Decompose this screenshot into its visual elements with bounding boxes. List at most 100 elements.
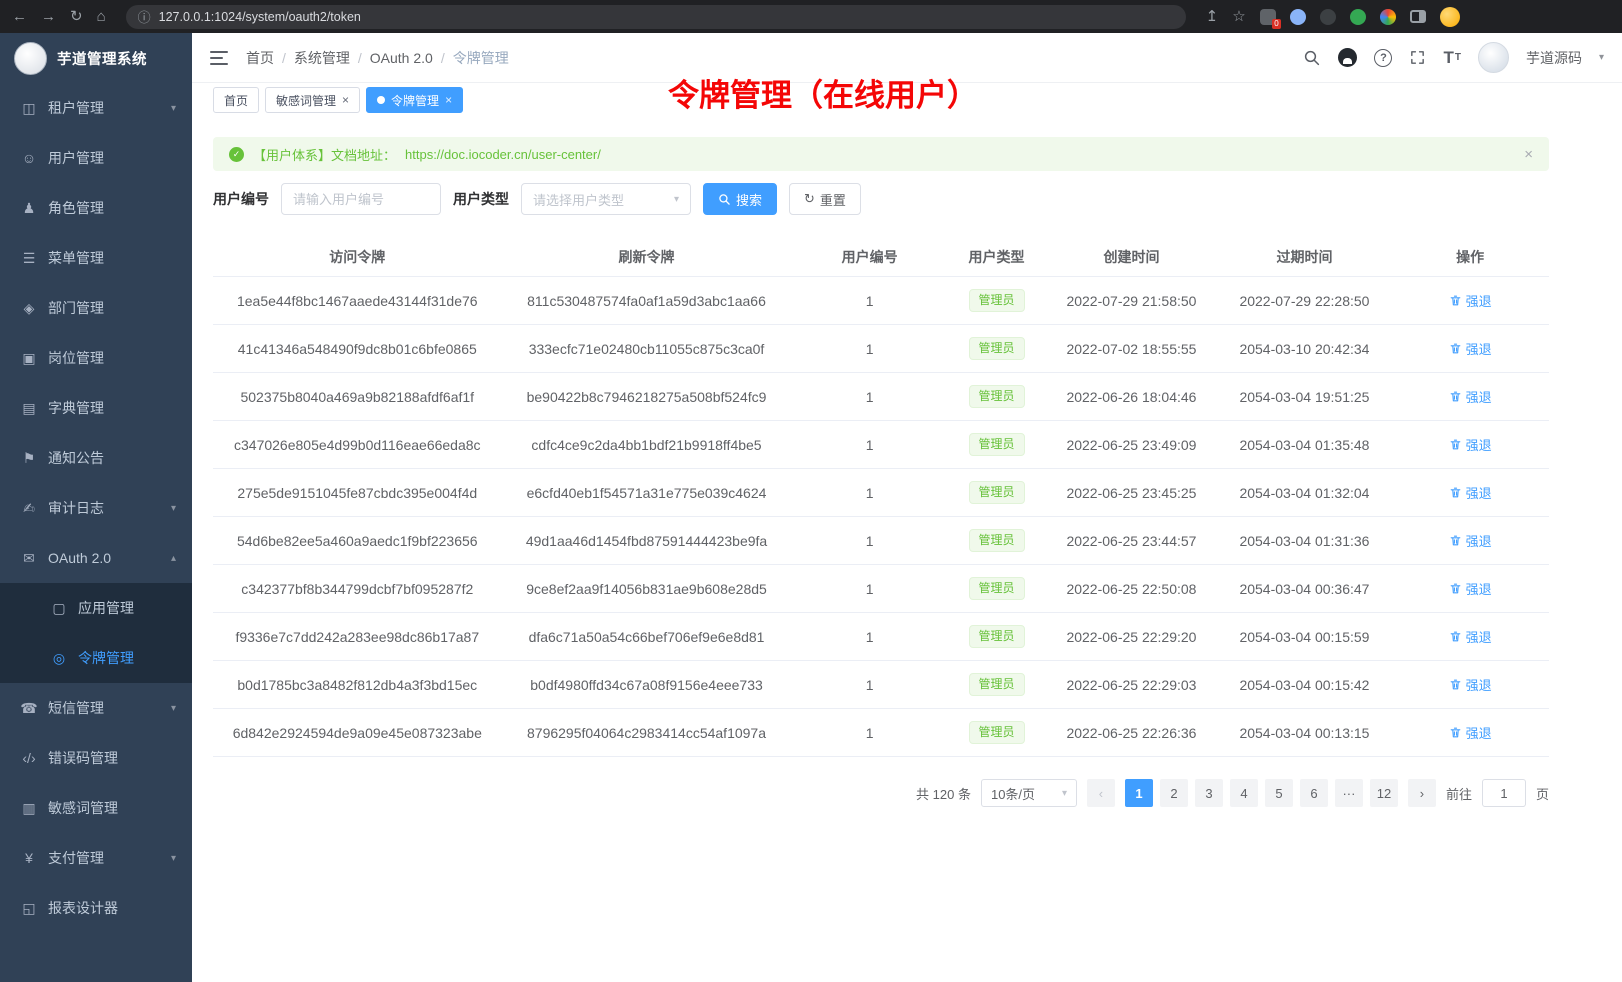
force-logout-button[interactable]: 强退 xyxy=(1449,339,1492,358)
chevron-down-icon[interactable]: ▾ xyxy=(1599,52,1604,63)
page-number-button[interactable]: 6 xyxy=(1300,779,1328,807)
page-size-select[interactable]: 10条/页 ▾ xyxy=(981,779,1077,807)
force-logout-button[interactable]: 强退 xyxy=(1449,723,1492,742)
next-page-button[interactable]: › xyxy=(1408,779,1436,807)
force-logout-label: 强退 xyxy=(1466,435,1492,454)
force-logout-button[interactable]: 强退 xyxy=(1449,627,1492,646)
sidebar-item-token[interactable]: ◎令牌管理 xyxy=(0,633,192,683)
select-placeholder: 请选择用户类型 xyxy=(533,190,624,209)
sidebar-item-audit[interactable]: ✍审计日志▾ xyxy=(0,483,192,533)
back-icon[interactable]: ← xyxy=(12,9,27,24)
page-number-button[interactable]: 3 xyxy=(1195,779,1223,807)
user-name[interactable]: 芋道源码 xyxy=(1526,48,1582,68)
user-id-cell: 1 xyxy=(791,437,947,453)
force-logout-button[interactable]: 强退 xyxy=(1449,387,1492,406)
extension-icon[interactable] xyxy=(1320,9,1336,25)
sidebar-item-pay[interactable]: ¥支付管理▾ xyxy=(0,833,192,883)
breadcrumb-item[interactable]: 首页 xyxy=(246,48,274,68)
extension-icon[interactable]: 0 xyxy=(1260,9,1276,25)
fullscreen-icon[interactable] xyxy=(1409,49,1426,66)
force-logout-button[interactable]: 强退 xyxy=(1449,579,1492,598)
user-type-badge: 管理员 xyxy=(969,433,1025,455)
breadcrumb-item[interactable]: 系统管理 xyxy=(294,48,350,68)
sidebar-item-app[interactable]: ▢应用管理 xyxy=(0,583,192,633)
tab-sensitive[interactable]: 敏感词管理× xyxy=(265,87,360,113)
tab-token[interactable]: 令牌管理× xyxy=(366,87,463,113)
sidebar-item-dict[interactable]: ▤字典管理 xyxy=(0,383,192,433)
report-icon: ◱ xyxy=(20,900,38,917)
sidebar-collapse-icon[interactable] xyxy=(210,51,228,65)
extension-icon[interactable] xyxy=(1380,9,1396,25)
force-logout-button[interactable]: 强退 xyxy=(1449,291,1492,310)
close-icon[interactable]: × xyxy=(1524,146,1533,163)
reload-icon[interactable]: ↻ xyxy=(70,9,83,24)
user-id-cell: 1 xyxy=(791,485,947,501)
table-row: b0d1785bc3a8482f812db4a3f3bd15ecb0df4980… xyxy=(213,661,1549,709)
sidebar-item-label: 菜单管理 xyxy=(48,248,104,268)
url-bar[interactable]: ⓘ 127.0.0.1:1024/system/oauth2/token xyxy=(126,5,1186,29)
create-time-cell: 2022-06-25 22:50:08 xyxy=(1045,581,1217,597)
expire-time-cell: 2054-03-04 01:35:48 xyxy=(1218,437,1392,453)
access-token-cell: 1ea5e44f8bc1467aaede43144f31de76 xyxy=(213,293,502,309)
goto-page-input[interactable] xyxy=(1482,779,1526,807)
force-logout-button[interactable]: 强退 xyxy=(1449,531,1492,550)
close-icon[interactable]: × xyxy=(445,94,452,106)
reset-button[interactable]: ↻ 重置 xyxy=(789,183,861,215)
page-number-button[interactable]: 12 xyxy=(1370,779,1398,807)
page-ellipsis-button[interactable]: ··· xyxy=(1335,779,1363,807)
extension-icon[interactable] xyxy=(1350,9,1366,25)
alert-doc-link[interactable]: https://doc.iocoder.cn/user-center/ xyxy=(405,147,601,162)
home-icon[interactable]: ⌂ xyxy=(97,9,106,24)
sidebar-item-label: 字典管理 xyxy=(48,398,104,418)
column-header: 操作 xyxy=(1391,247,1549,267)
force-logout-label: 强退 xyxy=(1466,387,1492,406)
sidebar-item-report[interactable]: ◱报表设计器 xyxy=(0,883,192,933)
user-avatar[interactable] xyxy=(1478,42,1509,73)
breadcrumb-item[interactable]: OAuth 2.0 xyxy=(370,50,433,66)
user-id-cell: 1 xyxy=(791,677,947,693)
force-logout-button[interactable]: 强退 xyxy=(1449,675,1492,694)
help-icon[interactable]: ? xyxy=(1374,49,1392,67)
sidebar-item-notice[interactable]: ⚑通知公告 xyxy=(0,433,192,483)
page-number-button[interactable]: 1 xyxy=(1125,779,1153,807)
search-button[interactable]: 搜索 xyxy=(703,183,777,215)
github-icon[interactable] xyxy=(1338,48,1357,67)
sidebar-item-label: 用户管理 xyxy=(48,148,104,168)
extension-icon[interactable] xyxy=(1290,9,1306,25)
sidebar-item-menu[interactable]: ☰菜单管理 xyxy=(0,233,192,283)
site-info-icon[interactable]: ⓘ xyxy=(138,7,151,26)
browser-profile-avatar[interactable] xyxy=(1440,7,1460,27)
force-logout-button[interactable]: 强退 xyxy=(1449,435,1492,454)
sidebar-item-sensitive[interactable]: ▥敏感词管理 xyxy=(0,783,192,833)
sidebar-item-user[interactable]: ☺用户管理 xyxy=(0,133,192,183)
sidebar-item-tenant[interactable]: ◫租户管理▾ xyxy=(0,83,192,133)
page-number-button[interactable]: 4 xyxy=(1230,779,1258,807)
font-size-icon[interactable]: TT xyxy=(1443,48,1461,68)
create-time-cell: 2022-07-02 18:55:55 xyxy=(1045,341,1217,357)
column-header: 用户编号 xyxy=(791,247,947,267)
app-logo[interactable]: 芋道管理系统 xyxy=(0,33,192,83)
page-number-button[interactable]: 2 xyxy=(1160,779,1188,807)
user-id-input[interactable] xyxy=(281,183,441,215)
tab-home[interactable]: 首页 xyxy=(213,87,259,113)
force-logout-button[interactable]: 强退 xyxy=(1449,483,1492,502)
search-icon[interactable] xyxy=(1303,49,1321,67)
force-logout-label: 强退 xyxy=(1466,483,1492,502)
tenant-icon: ◫ xyxy=(20,100,38,117)
share-icon[interactable]: ↥ xyxy=(1206,9,1219,24)
sidebar-item-sms[interactable]: ☎短信管理▾ xyxy=(0,683,192,733)
bookmark-star-icon[interactable]: ☆ xyxy=(1232,9,1245,24)
actions-cell: 强退 xyxy=(1391,435,1549,454)
side-panel-icon[interactable] xyxy=(1410,10,1426,23)
sidebar-item-errcode[interactable]: ‹/›错误码管理 xyxy=(0,733,192,783)
close-icon[interactable]: × xyxy=(342,94,349,106)
sidebar-item-dept[interactable]: ◈部门管理 xyxy=(0,283,192,333)
sidebar-item-post[interactable]: ▣岗位管理 xyxy=(0,333,192,383)
forward-icon[interactable]: → xyxy=(41,9,56,24)
sidebar-item-oauth2[interactable]: ✉OAuth 2.0▴ xyxy=(0,533,192,583)
sidebar-item-label: OAuth 2.0 xyxy=(48,550,111,566)
user-type-select[interactable]: 请选择用户类型 ▾ xyxy=(521,183,691,215)
sidebar-item-role[interactable]: ♟角色管理 xyxy=(0,183,192,233)
page-number-button[interactable]: 5 xyxy=(1265,779,1293,807)
prev-page-button[interactable]: ‹ xyxy=(1087,779,1115,807)
